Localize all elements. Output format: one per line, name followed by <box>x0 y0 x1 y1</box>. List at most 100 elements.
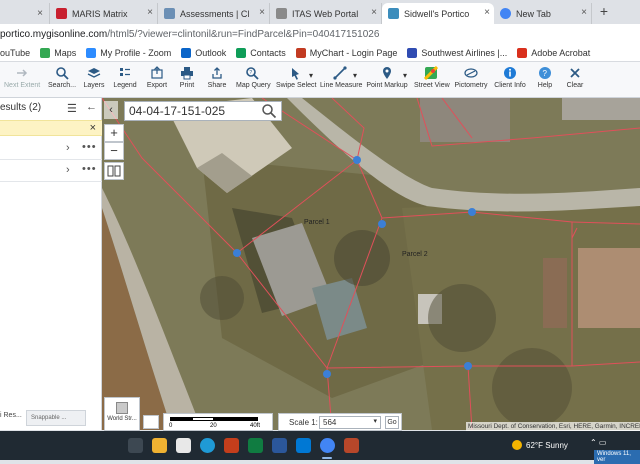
point-markup-dropdown[interactable]: ▾ <box>398 68 408 80</box>
tab-assessments[interactable]: Assessments | Clinton Co × <box>158 3 270 24</box>
tab-close-icon[interactable]: × <box>147 7 153 18</box>
bookmark-zoom-profile[interactable]: My Profile - Zoom <box>86 47 171 58</box>
tab-itas-web-portal[interactable]: ITAS Web Portal × <box>270 3 382 24</box>
basemap-switcher[interactable]: World Str... <box>104 397 140 431</box>
tab-close-icon[interactable]: × <box>581 7 587 18</box>
layers-button[interactable]: Layers <box>82 66 106 96</box>
task-view-icon[interactable] <box>128 438 143 453</box>
tab-close-button[interactable]: × <box>0 3 50 24</box>
basemap-label: World Str... <box>107 416 137 422</box>
ruler-icon[interactable] <box>143 415 159 429</box>
bookmark-southwest[interactable]: Southwest Airlines |... <box>407 47 507 58</box>
browser-tab-strip: × MARIS Matrix × Assessments | Clinton C… <box>0 0 640 24</box>
edge-icon[interactable] <box>200 438 215 453</box>
windows-update-toast[interactable]: Windows 11, ver <box>594 450 640 464</box>
bookmark-outlook[interactable]: Outlook <box>181 47 226 58</box>
more-options-icon[interactable]: ••• <box>82 163 97 175</box>
mychart-icon <box>295 47 306 58</box>
zoom-out-button[interactable]: − <box>104 142 124 160</box>
close-icon[interactable]: × <box>90 122 96 134</box>
file-explorer-icon[interactable] <box>152 438 167 453</box>
client-info-button[interactable]: Client Info <box>494 66 526 96</box>
chevron-right-icon[interactable]: › <box>66 164 70 176</box>
new-tab-favicon-icon <box>500 8 511 19</box>
line-measure-dropdown[interactable]: ▾ <box>348 68 358 80</box>
tab-close-icon[interactable]: × <box>484 7 490 18</box>
outlook-icon <box>181 47 192 58</box>
new-tab-button[interactable]: + <box>596 3 612 19</box>
search-icon[interactable] <box>261 103 277 119</box>
export-icon <box>151 66 163 79</box>
legend-button[interactable]: Legend <box>112 66 138 96</box>
print-button[interactable]: Print <box>176 66 198 96</box>
chevron-right-icon[interactable]: › <box>66 142 70 154</box>
next-extent-button[interactable]: Next Extent <box>4 66 40 96</box>
map-query-icon: ? <box>246 67 259 80</box>
tab-close-icon[interactable]: × <box>371 7 377 18</box>
pin-search-value: 04-04-17-151-025 <box>129 104 226 118</box>
weather-widget[interactable]: 62°F Sunny <box>512 440 568 450</box>
tab-sidwells-portico[interactable]: Sidwell's Portico × <box>382 3 494 24</box>
help-button[interactable]: ? Help <box>534 66 556 96</box>
scale-go-button[interactable]: Go <box>385 416 399 429</box>
map-toolbar: Next Extent Search... Layers Legend Expo… <box>0 62 640 98</box>
snappable-toggle[interactable]: Snappable ... <box>26 410 86 426</box>
pictometry-button[interactable]: Pictometry <box>454 66 488 96</box>
tab-close-icon[interactable]: × <box>259 7 265 18</box>
street-view-button[interactable]: Street View <box>414 66 450 96</box>
export-button[interactable]: Export <box>144 66 170 96</box>
back-arrow-icon[interactable]: ← <box>86 101 97 113</box>
scale-segment <box>170 417 192 421</box>
url-field[interactable]: portico.mygisonline.com/html5/?viewer=cl… <box>0 27 610 42</box>
bookmark-youtube[interactable]: ouTube <box>0 48 30 58</box>
maris-favicon-icon <box>56 8 67 19</box>
parcel-2-label: Parcel 2 <box>402 251 428 258</box>
results-footer-label[interactable]: i Res... <box>0 412 22 419</box>
search-icon <box>56 67 69 80</box>
result-row-2[interactable]: › ••• <box>0 160 102 182</box>
menu-icon[interactable]: ☰ <box>67 102 77 115</box>
bookmark-mychart[interactable]: MyChart - Login Page <box>295 47 397 58</box>
excel-icon[interactable] <box>248 438 263 453</box>
app-icon[interactable] <box>344 438 359 453</box>
swipe-select-icon <box>292 68 299 80</box>
more-options-icon[interactable]: ••• <box>82 141 97 153</box>
svg-text:?: ? <box>543 69 548 78</box>
zoom-in-button[interactable]: + <box>104 124 124 142</box>
chevron-down-icon: ▾ <box>403 71 408 80</box>
search-button[interactable]: Search... <box>48 66 76 96</box>
scale-select[interactable]: 564 ▾ <box>319 416 381 429</box>
collapse-panel-button[interactable]: ‹ <box>104 101 118 119</box>
bookmark-maps[interactable]: Maps <box>40 47 76 58</box>
assessments-favicon-icon <box>164 8 175 19</box>
basemap-thumbnail-icon <box>116 402 128 414</box>
active-app-indicator <box>322 457 332 459</box>
powerpoint-icon[interactable] <box>224 438 239 453</box>
tab-new-tab[interactable]: New Tab × <box>494 3 592 24</box>
chrome-icon[interactable] <box>320 438 335 453</box>
acrobat-icon <box>517 47 528 58</box>
chevron-down-icon: ▾ <box>309 71 314 80</box>
tab-maris-matrix[interactable]: MARIS Matrix × <box>50 3 158 24</box>
store-icon[interactable] <box>176 438 191 453</box>
pin-search-input[interactable]: 04-04-17-151-025 <box>124 101 282 121</box>
map-query-button[interactable]: ? Map Query <box>236 66 271 96</box>
map-canvas[interactable]: Parcel 1 Parcel 2 <box>102 98 640 430</box>
outlook-icon[interactable] <box>296 438 311 453</box>
word-icon[interactable] <box>272 438 287 453</box>
result-row-1[interactable]: › ••• <box>0 138 102 160</box>
bookmark-contacts[interactable]: Contacts <box>236 47 286 58</box>
portico-favicon-icon <box>388 8 399 19</box>
selected-result-bar[interactable]: × <box>0 120 102 136</box>
system-tray[interactable]: ⌃ ▭ <box>590 438 606 447</box>
bookmark-adobe-acrobat[interactable]: Adobe Acrobat <box>517 47 590 58</box>
clear-icon <box>570 68 580 78</box>
scale-tick: 20 <box>210 423 217 429</box>
aerial-imagery: Parcel 1 Parcel 2 <box>102 98 640 430</box>
bookmarks-button[interactable] <box>104 162 124 180</box>
results-footer: i Res... Snappable ... <box>0 408 102 430</box>
share-button[interactable]: Share <box>206 66 228 96</box>
swipe-select-dropdown[interactable]: ▾ <box>304 68 314 80</box>
scale-segment <box>214 417 258 421</box>
clear-button[interactable]: Clear <box>564 66 586 96</box>
